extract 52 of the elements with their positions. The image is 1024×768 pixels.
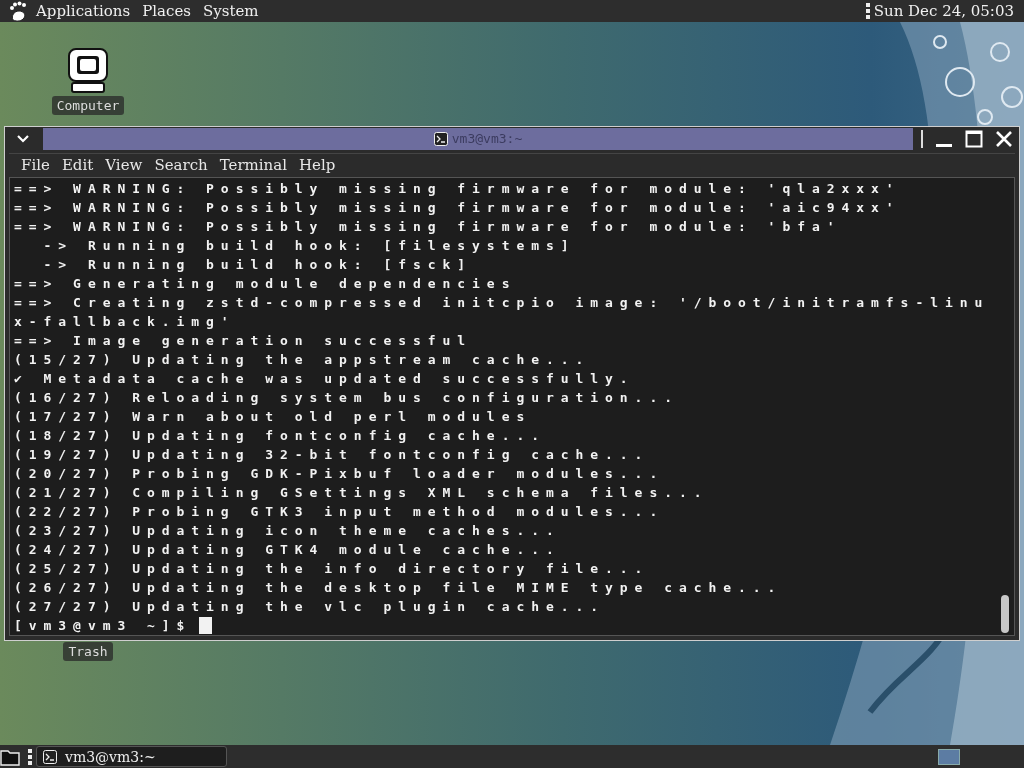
- panel-menu[interactable]: Places: [136, 2, 197, 20]
- menu-item[interactable]: Search: [148, 156, 214, 175]
- chevron-icon: [16, 133, 30, 144]
- icon-label[interactable]: Trash: [63, 642, 113, 661]
- minimize-icon: [936, 144, 952, 148]
- terminal-line: (24/27) Updating GTK4 module cache...: [14, 541, 562, 559]
- text-cursor: [199, 617, 213, 634]
- terminal-line: (22/27) Probing GTK3 input method modules...: [14, 503, 666, 521]
- terminal-line: x-fallback.img': [14, 313, 237, 331]
- handle-icon[interactable]: [28, 748, 32, 765]
- terminal-line: ==> WARNING: Possibly missing firmware for module: 'qla2xxx': [14, 180, 902, 198]
- shell-prompt: [vm3@vm3 ~]$: [14, 617, 192, 635]
- terminal-icon: [43, 749, 57, 764]
- terminal-line: (27/27) Updating the vlc plugin cache...: [14, 598, 607, 616]
- terminal-icon: [433, 131, 448, 146]
- terminal-line: ==> WARNING: Possibly missing firmware for module: 'bfa': [14, 218, 843, 236]
- terminal-line: ==> WARNING: Possibly missing firmware for module: 'aic94xx': [14, 199, 902, 217]
- clock[interactable]: Sun Dec 24, 05:03: [869, 2, 1024, 20]
- terminal-line: (20/27) Probing GDK-Pixbuf loader modules...: [14, 465, 666, 483]
- terminal-line: ==> Creating zstd-compressed initcpio image: '/boot/initramfs-linu: [14, 294, 991, 312]
- terminal-line: -> Running build hook: [fsck]: [42, 256, 474, 274]
- handle-icon[interactable]: [865, 3, 870, 19]
- folder-icon[interactable]: [0, 747, 20, 766]
- scrollbar-thumb[interactable]: [1001, 595, 1009, 633]
- icon-label[interactable]: Computer: [51, 96, 125, 115]
- terminal-line: (15/27) Updating the appstream cache...: [14, 351, 592, 369]
- menu-item[interactable]: File: [15, 156, 56, 175]
- panel-menu[interactable]: System: [197, 2, 265, 20]
- terminal-line: (26/27) Updating the desktop file MIME type cache...: [14, 579, 784, 597]
- terminal-line: -> Running build hook: [filesystems]: [42, 237, 577, 255]
- menu-item[interactable]: View: [99, 156, 149, 175]
- menu-item[interactable]: Terminal: [213, 156, 293, 175]
- taskbar-button[interactable]: vm3@vm3:~: [36, 746, 227, 767]
- terminal-line: (23/27) Updating icon theme caches...: [14, 522, 562, 540]
- monitor-icon[interactable]: [66, 46, 110, 94]
- terminal-line: (21/27) Compiling GSettings XML schema files...: [14, 484, 710, 502]
- terminal-line: (16/27) Reloading system bus configuration...: [14, 389, 680, 407]
- foot-icon[interactable]: [8, 1, 28, 21]
- terminal-line: (19/27) Updating 32-bit fontconfig cache...: [14, 446, 651, 464]
- terminal-line: ==> Generating module dependencies: [14, 275, 518, 293]
- maximize-icon: [965, 129, 983, 148]
- panel-menu[interactable]: Applications: [30, 2, 137, 20]
- terminal-line: (17/27) Warn about old perl modules: [14, 408, 533, 426]
- terminal-line: ==> Image generation successful: [14, 332, 474, 350]
- workspace-switcher[interactable]: [938, 748, 960, 765]
- window-title: vm3@vm3:~: [451, 131, 523, 147]
- menu-item[interactable]: Help: [293, 156, 342, 175]
- close-icon: [995, 129, 1013, 148]
- terminal-line: (25/27) Updating the info directory file...: [14, 560, 651, 578]
- menu-item[interactable]: Edit: [55, 156, 100, 175]
- terminal-line: ✔ Metadata cache was updated successfully.: [14, 370, 636, 388]
- terminal-line: (18/27) Updating fontconfig cache...: [14, 427, 547, 445]
